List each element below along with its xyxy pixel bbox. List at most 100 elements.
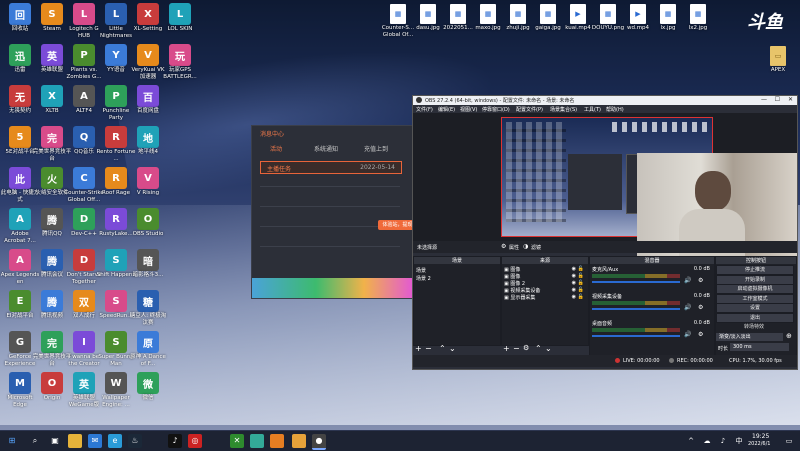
- steam-icon[interactable]: ♨: [128, 434, 142, 448]
- xbox-icon[interactable]: ✕: [230, 434, 244, 448]
- add-scene-button[interactable]: +: [415, 344, 422, 353]
- desktop-icon[interactable]: 微微信: [128, 372, 168, 402]
- desktop-icon-label: V Rising: [136, 190, 160, 196]
- clock-time[interactable]: 19:25: [752, 433, 769, 440]
- search-icon[interactable]: ⌕: [28, 434, 42, 448]
- lock-icon[interactable]: 🔓: [578, 273, 584, 279]
- menu-docks[interactable]: 停靠窗口(D): [482, 106, 510, 113]
- desktop-file-apex[interactable]: ▭ APEX: [758, 46, 798, 74]
- gear-icon[interactable]: ⚙: [698, 277, 703, 284]
- lock-icon[interactable]: 🔓: [578, 280, 584, 286]
- desktop-icon[interactable]: 地地平线4: [128, 126, 168, 156]
- task-view-icon[interactable]: ▣: [48, 434, 62, 448]
- speaker-icon[interactable]: ♪: [716, 434, 730, 448]
- speaker-icon[interactable]: 🔊: [684, 304, 691, 311]
- lock-icon[interactable]: 🔓: [578, 266, 584, 272]
- desktop-file[interactable]: ▦ lx2.jpg: [678, 4, 718, 32]
- mail-icon[interactable]: ✉: [88, 434, 102, 448]
- lock-icon[interactable]: 🔓: [578, 287, 584, 293]
- webcam-person: [695, 171, 731, 211]
- control-button[interactable]: 退出: [716, 312, 794, 323]
- source-item[interactable]: ▣ 图像 ◉ 🔓: [504, 266, 586, 273]
- volume-slider[interactable]: [592, 308, 680, 310]
- netease-icon[interactable]: ◎: [188, 434, 202, 448]
- gear-icon[interactable]: ⚙: [698, 304, 703, 311]
- visibility-eye-icon[interactable]: ◉: [572, 280, 576, 286]
- desktop-icon[interactable]: 百百度网盘: [128, 85, 168, 115]
- app-icon[interactable]: [292, 434, 306, 448]
- sources-header: 来源: [502, 257, 588, 264]
- source-item[interactable]: ▣ 显示器采集 ◉ 🔓: [504, 294, 586, 301]
- message-list-item[interactable]: 主播任务 2022-05-14: [260, 161, 402, 174]
- menu-profile[interactable]: 配置文件(P): [516, 106, 543, 113]
- duration-input[interactable]: 300 ms: [730, 343, 789, 351]
- move-up-button[interactable]: ⌃: [535, 344, 542, 353]
- desktop-icon[interactable]: VV Rising: [128, 167, 168, 197]
- desktop-icon[interactable]: O OBS Studio: [128, 208, 168, 238]
- tab-activity[interactable]: 活动: [270, 144, 282, 153]
- edge-icon[interactable]: e: [108, 434, 122, 448]
- menu-file[interactable]: 文件(F): [416, 106, 433, 113]
- add-transition-icon[interactable]: ⊕: [786, 332, 792, 340]
- chevron-up-icon[interactable]: ^: [684, 434, 698, 448]
- tiktok-icon[interactable]: ♪: [168, 434, 182, 448]
- menu-help[interactable]: 帮助(H): [606, 106, 624, 113]
- menu-view[interactable]: 视图(V): [460, 106, 477, 113]
- desktop-icon[interactable]: 糖糖豆人: 终极淘汰赛: [128, 290, 168, 327]
- source-item[interactable]: ▣ 图像 ◉ 🔓: [504, 273, 586, 280]
- visibility-eye-icon[interactable]: ◉: [572, 266, 576, 272]
- control-button[interactable]: 停止推流: [716, 265, 794, 275]
- app-icon[interactable]: [270, 434, 284, 448]
- desktop-icon[interactable]: 玩玩家GPS BATTLEGR...: [160, 44, 200, 81]
- control-button[interactable]: 设置: [716, 303, 794, 313]
- desktop-icon[interactable]: L LOL SKIN: [160, 3, 200, 33]
- control-button[interactable]: 开始录制: [716, 274, 794, 285]
- lock-icon[interactable]: 🔓: [578, 294, 584, 300]
- scene-item[interactable]: 场景 2: [416, 275, 431, 282]
- gear-icon[interactable]: ⚙: [501, 243, 506, 250]
- visibility-eye-icon[interactable]: ◉: [572, 294, 576, 300]
- speaker-icon[interactable]: 🔊: [684, 331, 691, 338]
- move-up-button[interactable]: ⌃: [439, 344, 446, 353]
- volume-slider[interactable]: [592, 335, 680, 337]
- minimize-button[interactable]: —: [761, 96, 767, 103]
- close-button[interactable]: ✕: [788, 96, 793, 103]
- filters-button[interactable]: 滤镜: [531, 244, 541, 251]
- obs-preview[interactable]: [413, 113, 797, 259]
- control-button[interactable]: 工作室模式: [716, 293, 794, 304]
- remove-source-button[interactable]: −: [513, 344, 520, 353]
- app-icon[interactable]: [250, 434, 264, 448]
- desktop-icon[interactable]: 暗暗影格斗3...: [128, 249, 168, 279]
- gear-icon[interactable]: ⚙: [698, 331, 703, 338]
- file-explorer-icon[interactable]: [68, 434, 82, 448]
- source-item[interactable]: ▣ 视频采集设备 ◉ 🔓: [504, 287, 586, 294]
- volume-slider[interactable]: [592, 281, 680, 283]
- tab-recharge[interactable]: 充值上到: [364, 144, 388, 153]
- maximize-button[interactable]: ☐: [775, 96, 780, 103]
- ime-icon[interactable]: 中: [732, 434, 746, 448]
- menu-scene-collection[interactable]: 场景集合(S): [550, 106, 577, 113]
- source-item[interactable]: ▣ 图像 2 ◉ 🔓: [504, 280, 586, 287]
- desktop-icon[interactable]: 原原神 A Dance of F...: [128, 331, 168, 368]
- speaker-icon[interactable]: 🔊: [684, 277, 691, 284]
- move-down-button[interactable]: ⌄: [449, 344, 456, 353]
- filter-icon[interactable]: ◑: [523, 243, 528, 250]
- remove-scene-button[interactable]: −: [425, 344, 432, 353]
- visibility-eye-icon[interactable]: ◉: [572, 287, 576, 293]
- network-icon[interactable]: ☁: [700, 434, 714, 448]
- scene-item[interactable]: 场景: [416, 267, 426, 274]
- tab-system[interactable]: 系统通知: [314, 144, 338, 153]
- menu-edit[interactable]: 编辑(E): [438, 106, 455, 113]
- windows-start-icon[interactable]: ⊞: [5, 434, 19, 448]
- properties-button[interactable]: 属性: [509, 244, 519, 251]
- source-settings-icon[interactable]: ⚙: [523, 344, 529, 352]
- add-source-button[interactable]: +: [503, 344, 510, 353]
- clock-date[interactable]: 2022/6/1: [748, 441, 770, 447]
- visibility-eye-icon[interactable]: ◉: [572, 273, 576, 279]
- move-down-button[interactable]: ⌄: [545, 344, 552, 353]
- notification-icon[interactable]: ▭: [782, 434, 796, 448]
- transition-select[interactable]: 渐变/淡入淡出: [716, 333, 783, 341]
- menu-tools[interactable]: 工具(T): [584, 106, 601, 113]
- obs-taskbar-icon[interactable]: ●: [312, 434, 326, 450]
- control-button[interactable]: 启动虚拟摄像机: [716, 284, 794, 294]
